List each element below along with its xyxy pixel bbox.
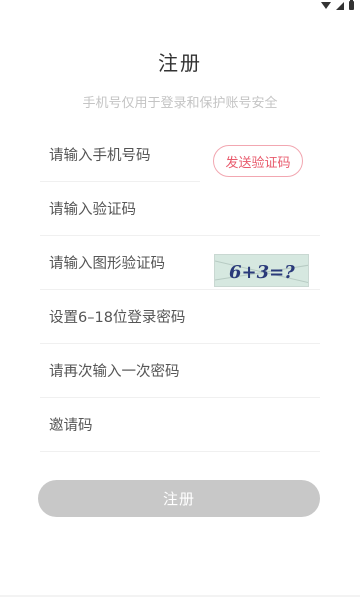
confirm-password-field[interactable]: 请再次输入一次密码 [40,343,320,398]
bottom-divider [0,595,360,597]
signal-icon [336,1,344,10]
image-code-input[interactable]: 请输入图形验证码 [40,252,165,273]
invite-code-field[interactable]: 邀请码 [40,397,320,452]
page-subtitle: 手机号仅用于登录和保护账号安全 [82,96,278,111]
wifi-icon [321,2,331,9]
battery-icon [349,0,354,10]
captcha-image[interactable]: 6+3=? [214,254,309,287]
status-bar [0,0,360,12]
password-input[interactable]: 设置6–18位登录密码 [40,306,185,327]
sms-code-input[interactable]: 请输入验证码 [40,198,136,219]
register-button[interactable]: 注册 [38,480,320,517]
phone-field[interactable]: 请输入手机号码 [40,127,200,182]
phone-input[interactable]: 请输入手机号码 [40,144,151,165]
captcha-text: 6+3=? [229,262,295,283]
status-icons [321,0,354,10]
send-code-button[interactable]: 发送验证码 [213,145,303,177]
password-field[interactable]: 设置6–18位登录密码 [40,289,320,344]
captcha-graphic: 6+3=? [215,260,308,284]
invite-code-input[interactable]: 邀请码 [40,414,93,435]
sms-code-field[interactable]: 请输入验证码 [40,181,320,236]
confirm-password-input[interactable]: 请再次输入一次密码 [40,360,180,381]
page-title: 注册 [158,51,202,75]
